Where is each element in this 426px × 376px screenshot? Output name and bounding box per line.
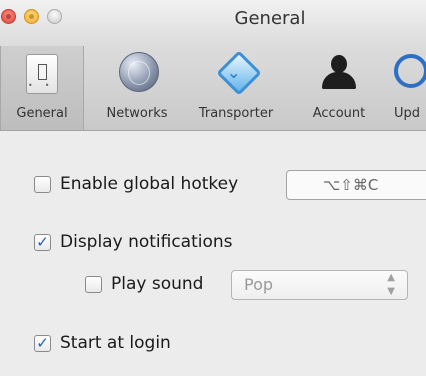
- tab-updates-label: Upd: [394, 106, 421, 121]
- sound-select[interactable]: Pop ▲ ▼: [231, 270, 408, 300]
- play-sound-checkbox[interactable]: [85, 276, 102, 293]
- tab-transporter[interactable]: ⌄ Transporter: [184, 46, 288, 130]
- start-at-login-label: Start at login: [60, 333, 171, 353]
- sound-select-value: Pop: [244, 275, 274, 294]
- window-title: General: [234, 8, 306, 29]
- tab-account[interactable]: Account: [298, 46, 380, 130]
- global-hotkey-label: Enable global hotkey: [60, 174, 239, 194]
- global-hotkey-checkbox[interactable]: [34, 176, 51, 193]
- tab-account-label: Account: [312, 106, 366, 121]
- tab-networks-label: Networks: [106, 106, 168, 121]
- stepper-arrows-icon: ▲ ▼: [387, 272, 395, 297]
- tab-networks[interactable]: Networks: [93, 46, 181, 130]
- switch-icon: [20, 52, 64, 96]
- display-notifications-checkbox[interactable]: ✓: [34, 234, 51, 251]
- globe-icon: [115, 52, 159, 96]
- account-icon: [317, 52, 361, 96]
- tab-general-label: General: [16, 106, 68, 121]
- tab-transporter-label: Transporter: [198, 106, 274, 121]
- preferences-toolbar: General Networks ⌄ Transporter Account U…: [0, 46, 426, 131]
- play-sound-label: Play sound: [111, 274, 204, 294]
- display-notifications-label: Display notifications: [60, 232, 233, 252]
- tab-general[interactable]: General: [0, 46, 84, 130]
- transporter-icon: ⌄: [214, 50, 262, 96]
- hotkey-field[interactable]: ⌥⇧⌘C: [286, 170, 426, 200]
- updates-icon: [390, 52, 426, 96]
- start-at-login-checkbox[interactable]: ✓: [34, 335, 51, 352]
- tab-updates[interactable]: Upd: [390, 46, 426, 130]
- window-titlebar: General: [0, 0, 426, 46]
